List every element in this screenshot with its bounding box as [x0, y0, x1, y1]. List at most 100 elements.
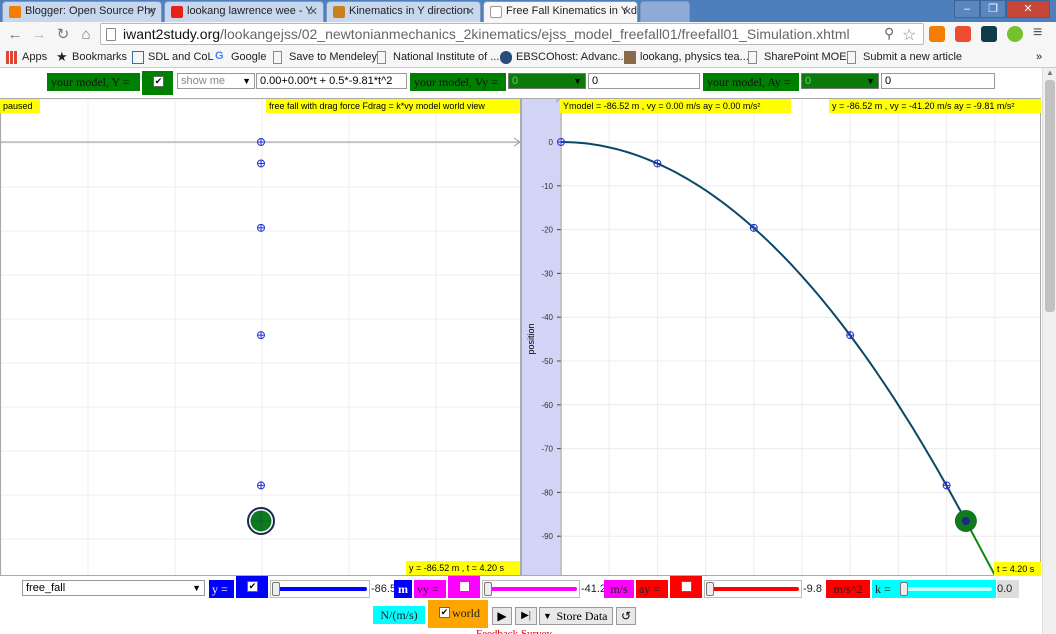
bookmark-lookang[interactable]: lookang, physics tea...	[624, 51, 749, 64]
close-icon[interactable]: ✕	[466, 5, 475, 18]
bookmark-sdl[interactable]: SDL and CoL	[132, 51, 214, 64]
y-unit: m	[394, 580, 412, 598]
scrollbar-thumb[interactable]	[1045, 80, 1055, 312]
y-tick-label: -50	[541, 357, 553, 366]
vy-slider-track	[487, 587, 577, 591]
scroll-up-icon[interactable]: ▲	[1046, 68, 1054, 77]
y-slider[interactable]	[270, 580, 370, 598]
page-scrollbar[interactable]: ▲	[1042, 68, 1056, 634]
back-arrow-icon[interactable]: ←	[6, 26, 24, 44]
world-trace-point	[257, 138, 265, 146]
world-view-panel	[0, 98, 521, 576]
bookmark-mendeley[interactable]: Save to Mendeley	[273, 51, 377, 64]
model-vy-input[interactable]: 0	[588, 73, 700, 89]
bookmark-bookmarks[interactable]: ★ Bookmarks	[56, 49, 127, 64]
model-y-checkbox[interactable]: ✔	[153, 76, 164, 87]
maximize-button[interactable]: ❐	[980, 0, 1006, 18]
blogger-extension-icon[interactable]	[929, 26, 945, 42]
data-point	[749, 223, 758, 232]
world-trace-point	[257, 481, 265, 490]
ay-slider-thumb[interactable]	[706, 582, 714, 596]
url-host: iwant2study.org	[123, 26, 221, 42]
browser-tab-2[interactable]: lookang lawrence wee - Y ✕	[164, 1, 324, 22]
page-icon	[490, 6, 502, 18]
y-tick-label: 0	[549, 138, 554, 147]
ay-checkbox[interactable]	[681, 581, 692, 592]
close-icon[interactable]: ✕	[309, 5, 318, 18]
browser-tab-1[interactable]: Blogger: Open Source Phy ✕	[2, 1, 162, 22]
more-bookmarks-icon[interactable]: »	[1036, 51, 1042, 63]
position-curve	[560, 141, 967, 522]
data-point	[557, 138, 565, 146]
close-icon[interactable]: ✕	[623, 5, 632, 18]
vy-checkbox[interactable]	[459, 581, 470, 592]
forward-arrow-icon[interactable]: →	[30, 26, 48, 44]
y-tick-label: -90	[541, 532, 553, 541]
bookmark-google[interactable]: G Google	[215, 50, 266, 63]
dropdown-arrow-icon: ▼	[192, 583, 201, 593]
bookmark-submit[interactable]: Submit a new article	[847, 51, 962, 64]
model-vy-select[interactable]: 0 ▼	[508, 73, 586, 89]
ay-value: -9.8	[803, 583, 822, 595]
minimize-button[interactable]: –	[954, 0, 980, 18]
tab-title: Free Fall Kinematics in Y d	[506, 5, 638, 17]
y-label: y =	[209, 580, 234, 598]
bookmark-ebsco[interactable]: EBSCOhost: Advanc...	[500, 51, 627, 64]
green-dot-extension-icon[interactable]	[1007, 26, 1023, 42]
k-slider[interactable]	[898, 580, 996, 598]
model-select[interactable]: free_fall ▼	[22, 580, 205, 596]
bookmark-sharepoint[interactable]: SharePoint MOE	[748, 51, 847, 64]
browser-tab-4-active[interactable]: Free Fall Kinematics in Y d ✕	[483, 1, 638, 23]
reload-icon[interactable]: ↻	[54, 26, 72, 44]
search-icon[interactable]: ⚲	[884, 25, 894, 42]
current-point-marker	[954, 509, 977, 532]
ay-label: ay =	[636, 580, 668, 598]
world-view-readout: y = -86.52 m , t = 4.20 s	[406, 561, 520, 575]
dropdown-arrow-icon: ▼	[543, 611, 552, 621]
dark-extension-icon[interactable]	[981, 26, 997, 42]
browser-tab-3[interactable]: Kinematics in Y direction ✕	[326, 1, 481, 22]
y-slider-thumb[interactable]	[272, 582, 280, 596]
plus-extension-icon[interactable]	[955, 26, 971, 42]
store-data-button[interactable]: ▼ Store Data	[539, 607, 613, 625]
calendar-icon	[132, 51, 144, 64]
vy-slider-thumb[interactable]	[484, 582, 492, 596]
world-view-canvas	[1, 99, 520, 575]
vy-slider[interactable]	[482, 580, 580, 598]
youtube-icon	[171, 6, 183, 18]
dropdown-arrow-icon: ▼	[573, 76, 582, 86]
dropdown-arrow-icon: ▼	[242, 76, 251, 86]
page-icon	[377, 51, 386, 64]
show-me-select[interactable]: show me ▼	[177, 73, 255, 89]
data-point	[942, 481, 951, 490]
menu-icon[interactable]: ≡	[1033, 25, 1049, 41]
model-y-expression-input[interactable]: 0.00+0.00*t + 0.5*-9.81*t^2	[256, 73, 407, 89]
world-label: world	[452, 606, 480, 620]
bookmark-apps[interactable]: Apps	[6, 51, 47, 64]
home-icon[interactable]: ⌂	[77, 26, 95, 44]
address-bar[interactable]: iwant2study.org/lookangejss/02_newtonian…	[100, 23, 924, 45]
model-ay-input[interactable]: 0	[881, 73, 995, 89]
model-readout: Ymodel = -86.52 m , vy = 0.00 m/s ay = 0…	[560, 99, 791, 113]
feedback-link[interactable]: Feedback Survey	[476, 628, 552, 634]
step-button[interactable]: ▶|	[515, 607, 537, 625]
bookmark-nie[interactable]: National Institute of ...	[377, 51, 499, 64]
new-tab-button[interactable]	[640, 1, 690, 22]
world-checkbox[interactable]: ✔	[439, 607, 450, 618]
ay-slider[interactable]	[704, 580, 802, 598]
apps-grid-icon	[6, 51, 18, 64]
close-window-button[interactable]: ✕	[1006, 0, 1050, 18]
world-toggle[interactable]: ✔ world	[428, 600, 488, 628]
k-slider-thumb[interactable]	[900, 582, 908, 596]
y-axis-label: position	[526, 323, 536, 354]
y-value: -86.5	[371, 583, 397, 595]
bookmark-star-icon[interactable]: ☆	[902, 25, 916, 45]
play-button[interactable]: ▶	[492, 607, 512, 625]
reset-button[interactable]: ↺	[616, 607, 636, 625]
position-graph-panel: 0-10-20-30-40-50-60-70-80-90-100position	[521, 98, 1041, 576]
y-checkbox[interactable]: ✔	[247, 581, 258, 592]
close-icon[interactable]: ✕	[147, 5, 156, 18]
tab-title: Kinematics in Y direction	[349, 5, 470, 17]
world-trace-point	[257, 331, 265, 340]
model-ay-select[interactable]: 0 ▼	[801, 73, 879, 89]
